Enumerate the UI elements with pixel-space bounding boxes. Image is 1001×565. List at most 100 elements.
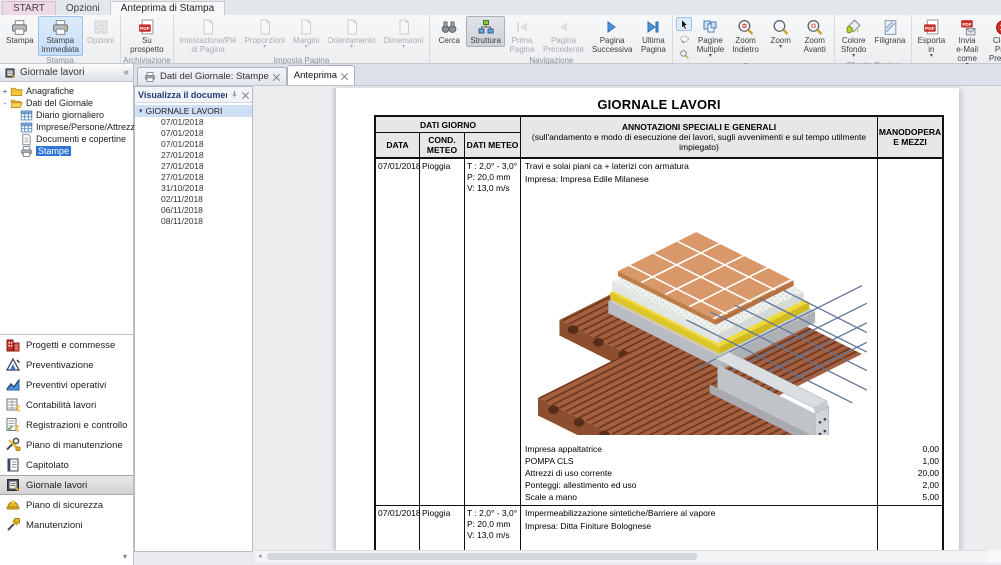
- scroll-left-icon[interactable]: ◂: [258, 553, 262, 561]
- cell-weather-condition: Pioggia: [420, 506, 465, 550]
- tab-anteprima[interactable]: Anteprima: [286, 65, 356, 85]
- application-window: START Opzioni Anteprima di Stampa Stampa…: [0, 0, 1001, 565]
- nav-item-progetti-e-commesse[interactable]: Progetti e commesse: [0, 335, 133, 355]
- collapse-sidebar-icon[interactable]: «: [123, 67, 129, 78]
- doc-tree-date[interactable]: 07/01/2018: [135, 117, 252, 128]
- pagina-precedente-button[interactable]: Pagina Precedente: [539, 16, 588, 56]
- resource-value: 2,00: [922, 480, 939, 490]
- doc-tree-date[interactable]: 27/01/2018: [135, 161, 252, 172]
- nav-item-preventivi-operativi[interactable]: Preventivi operativi: [0, 375, 133, 395]
- table-row: 07/01/2018 Pioggia T : 2,0° - 3,0° P: 20…: [376, 506, 942, 550]
- zoom-indietro-button[interactable]: Zoom Indietro: [727, 16, 763, 56]
- lasso-tool-button[interactable]: [676, 32, 692, 46]
- sidebar-tree: + Anagrafiche - Dati del Giornale Diario…: [0, 82, 156, 157]
- orientamento-button[interactable]: Orientamento ▾: [323, 16, 379, 52]
- nav-item-piano-di-sicurezza[interactable]: Piano di sicurezza: [0, 495, 133, 515]
- nav-item-piano-di-manutenzione[interactable]: Piano di manutenzione: [0, 435, 133, 455]
- esporta-in-button[interactable]: Esporta in ▾: [914, 16, 948, 61]
- expand-icon[interactable]: +: [0, 87, 10, 96]
- projects-icon: [5, 337, 21, 353]
- nav-collapse-chevron-icon[interactable]: ▾: [123, 552, 127, 561]
- prima-pagina-button[interactable]: Prima Pagina: [505, 16, 539, 56]
- close-print-preview-button[interactable]: Close Print Preview: [986, 16, 1001, 65]
- tab-dati-del-giornale-stampe[interactable]: Dati del Giornale: Stampe: [137, 67, 287, 85]
- org-chart-icon: [478, 18, 494, 36]
- pdf-email-icon: [959, 18, 976, 36]
- pagine-multiple-button[interactable]: Pagine Multiple ▾: [693, 16, 727, 61]
- proporzioni-button[interactable]: Proporzioni ▾: [241, 16, 289, 52]
- dropdown-arrow-icon: ▾: [779, 44, 783, 50]
- header-dati-giorno: DATI GIORNO: [376, 117, 521, 133]
- doc-tree-root[interactable]: ▾ GIORNALE LAVORI: [135, 105, 252, 117]
- dropdown-arrow-icon: ▾: [263, 44, 267, 50]
- orientation-page-icon: [344, 18, 360, 36]
- ribbon-tab-start[interactable]: START: [2, 1, 56, 15]
- sidebar-giornale-lavori: Giornale lavori « + Anagrafiche - Dati d…: [0, 64, 156, 334]
- cursor-tool-button[interactable]: [676, 17, 693, 31]
- zoom-button[interactable]: Zoom ▾: [764, 16, 798, 52]
- su-prospetto-button[interactable]: Su prospetto: [123, 16, 171, 56]
- scrollbar-thumb[interactable]: [267, 553, 697, 560]
- tree-item-documenti-e-copertine[interactable]: Documenti e copertine: [0, 133, 133, 145]
- ribbon-tab-anteprima-di-stampa[interactable]: Anteprima di Stampa: [109, 1, 226, 15]
- margini-button[interactable]: Margini ▾: [289, 16, 323, 52]
- collapse-icon[interactable]: -: [0, 99, 10, 108]
- filigrana-button[interactable]: Filigrana: [871, 16, 910, 47]
- doc-tree-date[interactable]: 08/11/2018: [135, 216, 252, 227]
- doc-tree-date[interactable]: 02/11/2018: [135, 194, 252, 205]
- stampa-button[interactable]: Stampa: [2, 16, 38, 47]
- invia-email-come-button[interactable]: Invia e-Mail come ▾: [948, 16, 986, 70]
- nav-item-manutenzioni[interactable]: Manutenzioni: [0, 515, 133, 535]
- accounting-icon: [5, 397, 21, 413]
- resource-value: 5,00: [922, 492, 939, 502]
- resource-item: Impresa appaltatrice: [525, 444, 603, 454]
- nav-item-giornale-lavori[interactable]: Giornale lavori: [0, 475, 133, 495]
- document-page: GIORNALE LAVORI DATI GIORNO DATA COND. M…: [335, 88, 959, 550]
- nav-item-preventivazione[interactable]: Preventivazione: [0, 355, 133, 375]
- ribbon-tab-opzioni[interactable]: Opzioni: [56, 2, 110, 15]
- colore-sfondo-button[interactable]: Colore Sfondo ▾: [837, 16, 871, 61]
- struttura-button[interactable]: Struttura: [466, 16, 506, 47]
- safety-plan-icon: [5, 497, 21, 513]
- print-preview-area[interactable]: GIORNALE LAVORI DATI GIORNO DATA COND. M…: [255, 86, 1001, 550]
- intestazione-pie-di-pagina-button[interactable]: Intestazione/Piè di Pagina: [176, 16, 241, 56]
- cell-weather-data: T : 2,0° - 3,0° P: 20,0 mm V: 13,0 m/s: [465, 506, 521, 550]
- close-panel-icon[interactable]: [242, 91, 249, 98]
- resource-item: POMPA CLS: [525, 456, 574, 466]
- nav-item-contabilita-lavori[interactable]: Contabilità lavori: [0, 395, 133, 415]
- ultima-pagina-button[interactable]: Ultima Pagina: [636, 16, 670, 56]
- tree-item-imprese-persone-attrezzature[interactable]: Imprese/Persone/Attrezzature: [0, 121, 156, 133]
- tree-item-stampe[interactable]: Stampe: [0, 145, 133, 157]
- last-page-icon: [645, 18, 661, 36]
- nav-item-capitolato[interactable]: Capitolato: [0, 455, 133, 475]
- document-title: GIORNALE LAVORI: [597, 97, 721, 112]
- cell-weather-data: T : 2,0° - 3,0° P: 20,0 mm V: 13,0 m/s: [465, 159, 521, 505]
- pointer-tool-stack: [675, 16, 693, 62]
- doc-tree-date[interactable]: 27/01/2018: [135, 150, 252, 161]
- pin-icon[interactable]: [230, 90, 239, 99]
- doc-tree-date[interactable]: 27/01/2018: [135, 172, 252, 183]
- nav-item-registrazioni-e-controllo[interactable]: Registrazioni e controllo: [0, 415, 133, 435]
- resource-item: Ponteggi: allestimento ed uso: [525, 480, 637, 490]
- pagina-successiva-button[interactable]: Pagina Successiva: [588, 16, 636, 56]
- doc-tree-date[interactable]: 07/01/2018: [135, 139, 252, 150]
- tree-item-anagrafiche[interactable]: + Anagrafiche: [0, 85, 133, 97]
- close-tab-icon[interactable]: [273, 73, 280, 80]
- tree-item-diario-giornaliero[interactable]: Diario giornaliero: [0, 109, 133, 121]
- doc-tree-date[interactable]: 31/10/2018: [135, 183, 252, 194]
- horizontal-scrollbar[interactable]: ◂ ▸: [255, 550, 1001, 563]
- doc-tree-date[interactable]: 06/11/2018: [135, 205, 252, 216]
- close-tab-icon[interactable]: [341, 72, 348, 79]
- dimensioni-button[interactable]: Dimensioni ▾: [380, 16, 428, 52]
- stampa-immediata-button[interactable]: Stampa Immediata: [37, 16, 83, 56]
- cell-manodopera-values: [878, 506, 942, 550]
- opzioni-stampa-button[interactable]: Opzioni: [83, 16, 118, 47]
- document-structure-header: Visualizza il documento ...: [135, 87, 252, 103]
- zoom-tool-button[interactable]: [676, 47, 692, 61]
- doc-tree-date[interactable]: 07/01/2018: [135, 128, 252, 139]
- ribbon-group-stampa: Stampa Stampa Immediata Opzioni Stampa: [0, 15, 122, 65]
- cerca-button[interactable]: Cerca: [432, 16, 466, 47]
- tree-item-dati-del-giornale[interactable]: - Dati del Giornale: [0, 97, 133, 109]
- pdf-icon: [138, 18, 155, 36]
- zoom-avanti-button[interactable]: Zoom Avanti: [798, 16, 832, 56]
